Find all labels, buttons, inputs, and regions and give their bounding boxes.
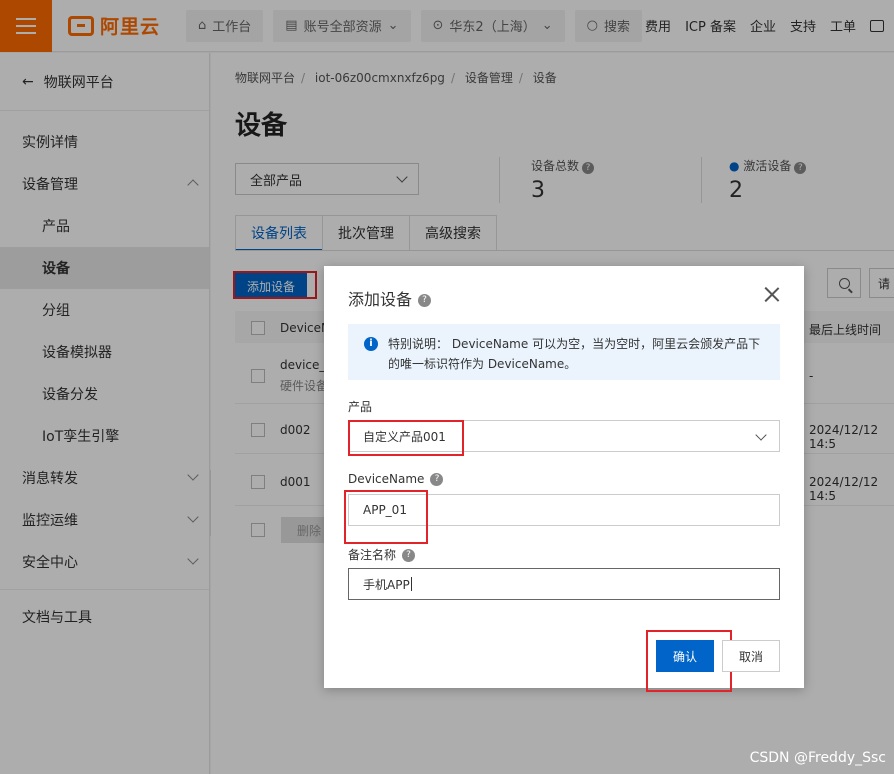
remark-input[interactable]: 手机APP xyxy=(348,568,780,600)
text-caret xyxy=(410,577,412,591)
help-icon[interactable]: ? xyxy=(418,294,432,307)
devicename-label: DeviceName? xyxy=(348,472,444,486)
watermark: CSDN @Freddy_Ssc xyxy=(749,750,886,766)
remark-label-text: 备注名称 xyxy=(348,548,397,562)
notice-text: 特别说明： DeviceName 可以为空，当为空时，阿里云会颁发产品下的唯一标… xyxy=(388,337,761,371)
chevron-down-icon xyxy=(755,429,767,441)
highlight-box xyxy=(646,630,732,692)
dialog-title: 添加设备? xyxy=(348,286,432,310)
help-icon[interactable]: ? xyxy=(430,473,444,486)
cancel-button[interactable]: 取消 xyxy=(722,640,780,672)
close-icon[interactable] xyxy=(764,286,780,302)
remark-value: 手机APP xyxy=(363,577,410,592)
product-label: 产品 xyxy=(348,400,373,414)
remark-label: 备注名称? xyxy=(348,546,416,563)
add-device-dialog: 添加设备? i 特别说明： DeviceName 可以为空，当为空时，阿里云会颁… xyxy=(324,266,804,692)
info-icon: i xyxy=(364,337,378,351)
notice-box: i 特别说明： DeviceName 可以为空，当为空时，阿里云会颁发产品下的唯… xyxy=(348,324,780,380)
devicename-label-text: DeviceName xyxy=(348,472,425,486)
highlight-box xyxy=(344,490,428,544)
highlight-box xyxy=(348,420,464,456)
help-icon[interactable]: ? xyxy=(402,549,416,562)
dialog-title-text: 添加设备 xyxy=(348,290,413,309)
